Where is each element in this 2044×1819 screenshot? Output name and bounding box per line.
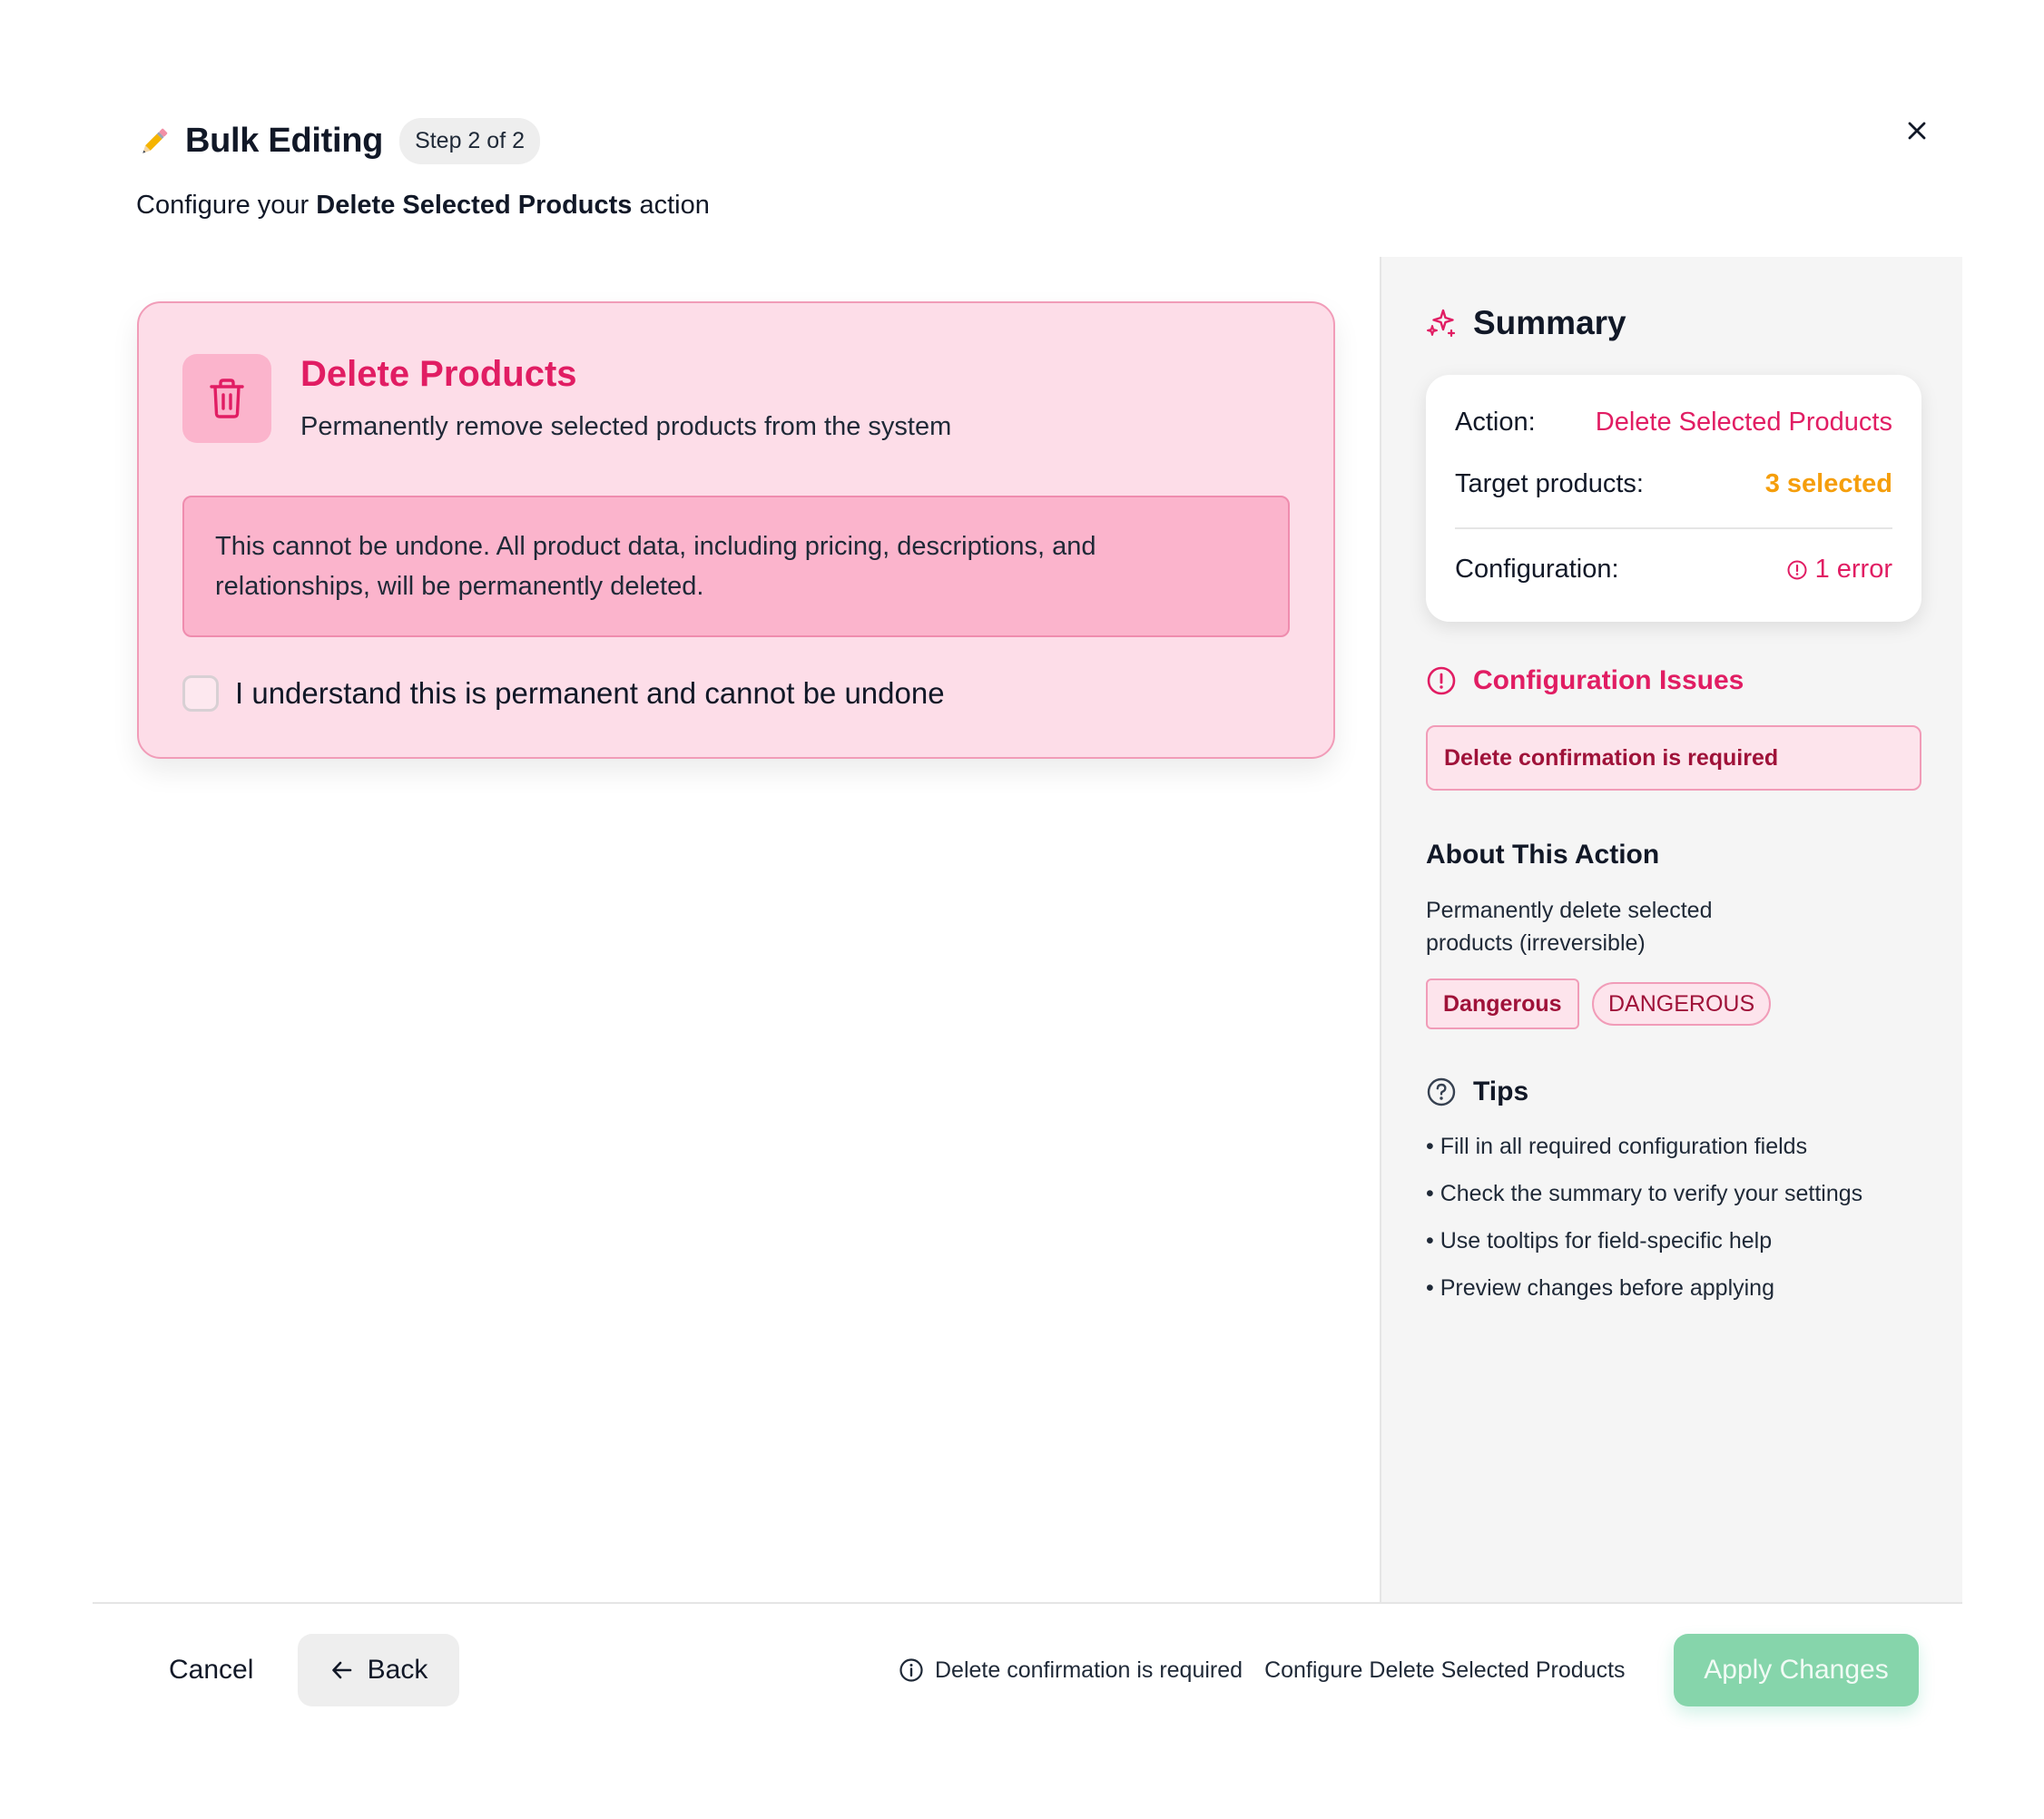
page-subtitle: Configure your Delete Selected Products … [136, 191, 710, 221]
delete-action-card: Delete Products Permanently remove selec… [137, 301, 1335, 759]
bulk-edit-modal: Bulk Editing Step 2 of 2 Configure your … [93, 0, 1962, 1819]
pencil-icon [136, 123, 172, 160]
back-button-label[interactable]: Back [368, 1655, 428, 1686]
close-button[interactable] [1899, 113, 1935, 149]
delete-confirm-checkbox[interactable] [182, 675, 219, 712]
modal-header: Bulk Editing Step 2 of 2 [136, 118, 540, 164]
tip-item: • Check the summary to verify your setti… [1426, 1181, 1863, 1206]
summary-config-row: Configuration: 1 error [1455, 555, 1892, 585]
action-card-description: Permanently remove selected products fro… [300, 412, 952, 441]
info-icon [899, 1658, 923, 1682]
summary-action-row: Action: Delete Selected Products [1455, 408, 1892, 438]
footer-divider [93, 1602, 1962, 1604]
summary-action-label: Action: [1455, 408, 1536, 437]
summary-card: Action: Delete Selected Products Target … [1426, 375, 1921, 622]
delete-confirm-checkbox-row[interactable]: I understand this is permanent and canno… [182, 675, 945, 712]
footer-configure-text: Configure Delete Selected Products [1264, 1657, 1626, 1683]
summary-divider [1455, 527, 1892, 529]
summary-header: Summary [1426, 304, 1626, 342]
alert-circle-icon [1427, 666, 1456, 695]
config-issues-title: Configuration Issues [1473, 665, 1744, 695]
summary-action-value: Delete Selected Products [1595, 408, 1892, 437]
close-icon [1908, 122, 1926, 140]
delete-confirm-label[interactable]: I understand this is permanent and canno… [235, 676, 945, 711]
summary-sidebar: Summary Action: Delete Selected Products… [1380, 257, 1962, 1603]
help-circle-icon [1427, 1077, 1456, 1106]
summary-config-error-count: 1 error [1814, 555, 1892, 584]
page-title: Bulk Editing [185, 122, 384, 160]
tips-title: Tips [1473, 1077, 1529, 1106]
about-action-description: Permanently delete selected products (ir… [1426, 898, 1713, 956]
danger-badge: Dangerous [1426, 978, 1579, 1029]
sparkles-icon [1427, 309, 1456, 338]
tips-header: Tips [1426, 1077, 1528, 1107]
footer-validation-message: Delete confirmation is required [935, 1657, 1243, 1683]
subtitle-suffix: action [632, 191, 710, 220]
cancel-button[interactable]: Cancel [145, 1634, 277, 1706]
apply-changes-button[interactable]: Apply Changes [1674, 1634, 1919, 1706]
config-issues-header: Configuration Issues [1426, 665, 1744, 696]
tips-list: • Fill in all required configuration fie… [1426, 1130, 1862, 1319]
tip-item: • Fill in all required configuration fie… [1426, 1134, 1808, 1159]
step-indicator: Step 2 of 2 [399, 118, 540, 164]
config-issue-item: Delete confirmation is required [1426, 725, 1921, 791]
subtitle-prefix: Configure your [136, 191, 317, 220]
summary-target-value: 3 selected [1764, 469, 1892, 498]
footer-status: Delete confirmation is required Configur… [899, 1652, 1626, 1688]
trash-icon-container [182, 354, 271, 443]
summary-target-label: Target products: [1455, 469, 1644, 498]
summary-config-label: Configuration: [1455, 555, 1619, 584]
danger-level-badge: DANGEROUS [1592, 982, 1772, 1026]
about-action-title: About This Action [1426, 840, 1660, 870]
tip-item: • Preview changes before applying [1426, 1275, 1774, 1301]
action-card-title: Delete Products [300, 354, 577, 394]
back-button[interactable]: Back [298, 1634, 459, 1706]
arrow-left-icon [329, 1657, 355, 1683]
trash-icon [210, 379, 244, 418]
tip-item: • Use tooltips for field-specific help [1426, 1228, 1773, 1254]
subtitle-action: Delete Selected Products [316, 191, 633, 220]
summary-title: Summary [1473, 304, 1626, 341]
alert-circle-icon [1787, 560, 1807, 579]
summary-config-value: 1 error [1786, 555, 1892, 585]
irreversible-warning: This cannot be undone. All product data,… [182, 496, 1290, 637]
summary-target-row: Target products: 3 selected [1455, 469, 1892, 499]
